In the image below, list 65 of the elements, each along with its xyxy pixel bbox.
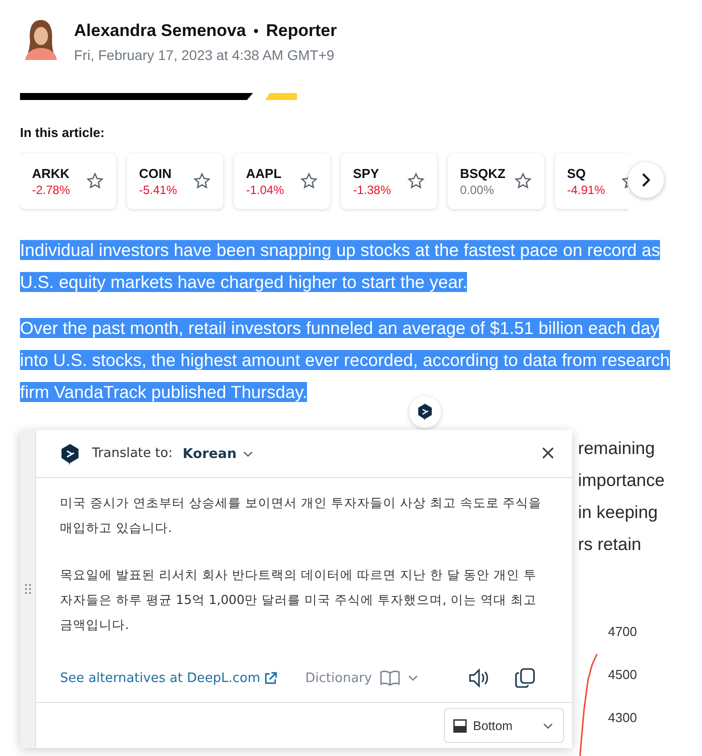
ticker-change: -4.91%	[567, 182, 606, 196]
star-icon[interactable]	[407, 172, 425, 190]
close-button[interactable]	[540, 446, 556, 462]
grip-icon	[24, 584, 30, 594]
book-icon	[380, 670, 400, 686]
chevron-right-icon	[642, 173, 650, 187]
ticker-symbol: BSQKZ	[460, 166, 506, 180]
drag-handle[interactable]	[20, 430, 36, 748]
speaker-button[interactable]	[468, 668, 490, 688]
deepl-logo-icon	[417, 403, 433, 421]
speaker-icon	[468, 668, 490, 688]
external-link-icon	[264, 672, 278, 684]
star-icon[interactable]	[514, 172, 532, 190]
ticker-card[interactable]: SQ -4.91%	[555, 153, 628, 209]
ticker-change: -2.78%	[32, 182, 70, 196]
deepl-logo-icon	[60, 442, 80, 464]
separator-dot-icon	[254, 29, 258, 33]
translated-paragraph: 미국 증시가 연초부터 상승세를 보이면서 개인 투자자들이 사상 최고 속도로 주식을 매입하고 있습니다.	[60, 494, 543, 537]
ticker-card[interactable]: AAPL -1.04%	[234, 153, 330, 209]
article-text: remaining	[578, 437, 655, 460]
ticker-change: 0.00%	[460, 182, 496, 196]
article-paragraph: Individual investors have been snapping up stocks at the fastest pace on record as U.S. equity markets have charged higher to start the year.	[20, 239, 662, 294]
publish-date: Fri, February 17, 2023 at 4:38 AM GMT+9	[74, 47, 336, 63]
star-icon[interactable]	[193, 172, 211, 190]
avatar	[22, 18, 60, 60]
accent-bar	[265, 93, 297, 100]
star-icon[interactable]	[86, 172, 104, 190]
translate-bubble[interactable]	[409, 396, 441, 428]
star-icon[interactable]	[300, 172, 318, 190]
ticker-card[interactable]: SPY -1.38%	[341, 153, 437, 209]
ticker-change: -1.04%	[246, 182, 284, 196]
dock-bottom-icon	[453, 718, 467, 732]
ticker-change: -1.38%	[353, 182, 392, 196]
chevron-down-icon	[242, 450, 253, 456]
chevron-down-icon	[543, 722, 553, 728]
copy-button[interactable]	[514, 667, 536, 689]
axis-label: 4500	[608, 667, 637, 682]
ticker-change: -5.41%	[139, 182, 178, 196]
dictionary-button[interactable]: Dictionary	[305, 670, 418, 686]
ticker-card[interactable]: COIN -5.41%	[127, 153, 223, 209]
next-button[interactable]	[628, 162, 664, 198]
ticker-symbol: SQ	[567, 166, 587, 180]
ticker-card[interactable]: BSQKZ 0.00%	[448, 153, 544, 209]
article-text: importance	[578, 469, 665, 492]
translated-paragraph: 목요일에 발표된 리서치 회사 반다트랙의 데이터에 따르면 지난 한 달 동안 개인 투자자들은 하루 평균 15억 1,000만 달러를 미국 주식에 투자했으며, 이는 역대 최고 금액입니다.	[60, 566, 538, 634]
ticker-symbol: ARKK	[32, 166, 70, 180]
copy-icon	[514, 667, 536, 689]
alternatives-link[interactable]: See alternatives at DeepL.com	[60, 670, 278, 686]
article-text: in keeping	[578, 501, 658, 524]
article-paragraph: Over the past month, retail investors funneled an average of $1.51 billion each day into U.S. stocks, the highest amount ever recorded, according to data from research firm VandaTrack published Thursday.	[20, 317, 671, 404]
translate-label: Translate to:	[92, 446, 173, 461]
ticker-symbol: SPY	[353, 166, 380, 180]
author-name: Alexandra Semenova	[74, 21, 246, 41]
ticker-symbol: COIN	[139, 166, 172, 180]
section-heading: In this article:	[19, 124, 106, 140]
axis-label: 4700	[608, 624, 637, 639]
position-dropdown[interactable]: Bottom	[444, 708, 564, 743]
close-icon	[541, 446, 555, 460]
author-role: Reporter	[266, 21, 337, 41]
article-text: rs retain	[578, 533, 642, 556]
ticker-card[interactable]: ARKK -2.78%	[20, 153, 116, 209]
language-dropdown[interactable]: Korean	[182, 446, 253, 462]
ticker-symbol: AAPL	[246, 166, 282, 180]
axis-label: 4300	[608, 710, 637, 725]
chevron-down-icon	[408, 675, 418, 681]
